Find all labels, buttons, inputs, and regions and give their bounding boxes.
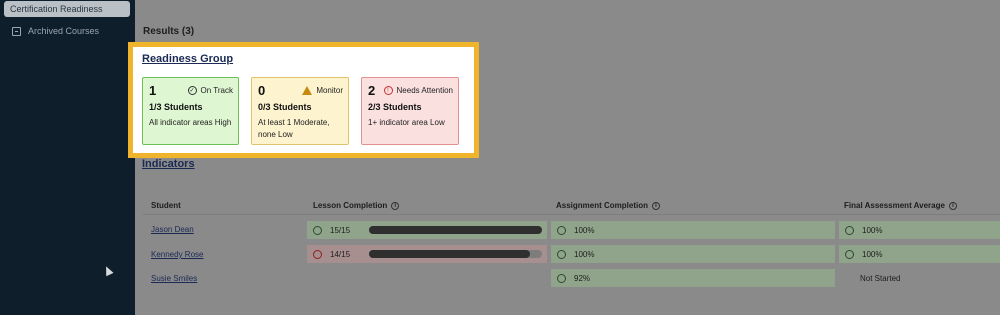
card-status-label: On Track [200, 86, 233, 95]
final-assessment-cell: 100% [839, 221, 1000, 239]
card-count: 2 [368, 83, 376, 98]
card-students: 0/3 Students [258, 102, 312, 112]
assignment-value: 92% [574, 273, 591, 283]
check-circle-icon [845, 249, 854, 259]
info-icon[interactable]: i [391, 201, 400, 210]
archive-icon [12, 26, 21, 36]
student-link[interactable]: Susie Smiles [151, 274, 197, 283]
card-status: ✓ On Track [187, 86, 233, 95]
readiness-card-on-track[interactable]: 1 ✓ On Track 1/3 Students All indicator … [142, 77, 239, 145]
card-status: Monitor [302, 86, 343, 95]
final-value: 100% [862, 249, 883, 259]
results-title: Results (3) [143, 26, 195, 37]
card-students: 2/3 Students [368, 102, 422, 112]
check-circle-icon [557, 273, 566, 283]
column-header-assignment-completion: Assignment Completion i [556, 201, 661, 210]
card-count: 0 [258, 83, 266, 98]
lesson-progress-fill [369, 250, 530, 258]
student-link[interactable]: Jason Dean [151, 225, 194, 234]
student-link[interactable]: Kennedy Rose [151, 250, 203, 259]
readiness-group-title[interactable]: Readiness Group [142, 53, 233, 65]
assignment-completion-cell: 100% [551, 221, 835, 239]
warning-triangle-icon [302, 86, 313, 95]
readiness-group-panel: Readiness Group 1 ✓ On Track 1/3 Student… [128, 42, 479, 158]
check-circle-icon [557, 225, 566, 235]
card-status-label: Monitor [316, 86, 343, 95]
card-status-label: Needs Attention [396, 86, 453, 95]
assignment-completion-cell: 100% [551, 245, 835, 263]
column-header-student: Student [151, 201, 181, 210]
sidebar: Certification Readiness Archived Courses [0, 0, 135, 315]
lesson-completion-cell [307, 269, 547, 287]
card-description: 1+ indicator area Low [368, 118, 445, 127]
info-icon[interactable]: i [652, 201, 661, 210]
info-icon[interactable]: i [948, 201, 957, 210]
table-divider [143, 214, 1000, 215]
column-header-lesson-completion: Lesson Completion i [313, 201, 400, 210]
lesson-value: 15/15 [330, 225, 351, 235]
lesson-progress-fill [369, 226, 542, 234]
alert-circle-icon: ! [383, 86, 393, 95]
readiness-card-needs-attention[interactable]: 2 ! Needs Attention 2/3 Students 1+ indi… [361, 77, 459, 145]
check-circle-icon [845, 225, 854, 235]
card-status: ! Needs Attention [383, 86, 453, 95]
assignment-completion-cell: 92% [551, 269, 835, 287]
check-circle-icon: ✓ [187, 86, 197, 95]
final-value: Not Started [860, 273, 901, 283]
check-circle-icon [557, 249, 566, 259]
final-assessment-cell: 100% [839, 245, 1000, 263]
readiness-card-monitor[interactable]: 0 Monitor 0/3 Students At least 1 Modera… [251, 77, 349, 145]
card-count: 1 [149, 83, 157, 98]
final-value: 100% [862, 225, 883, 235]
mouse-cursor-icon [102, 264, 114, 277]
card-description: At least 1 Moderate, none Low [258, 118, 330, 139]
card-description: All indicator areas High [149, 118, 232, 127]
lesson-value: 14/15 [330, 249, 351, 259]
indicators-title[interactable]: Indicators [142, 158, 195, 170]
assignment-value: 100% [574, 225, 595, 235]
column-header-final-assessment-average: Final Assessment Average i [844, 201, 957, 210]
assignment-value: 100% [574, 249, 595, 259]
sidebar-item-certification-readiness[interactable]: Certification Readiness [4, 1, 130, 17]
sidebar-item-label: Archived Courses [28, 26, 100, 36]
check-circle-icon [313, 225, 322, 235]
card-students: 1/3 Students [149, 102, 203, 112]
sidebar-item-archived-courses[interactable]: Archived Courses [12, 24, 99, 38]
final-assessment-cell: Not Started [854, 269, 1000, 287]
alert-circle-icon [313, 249, 322, 259]
